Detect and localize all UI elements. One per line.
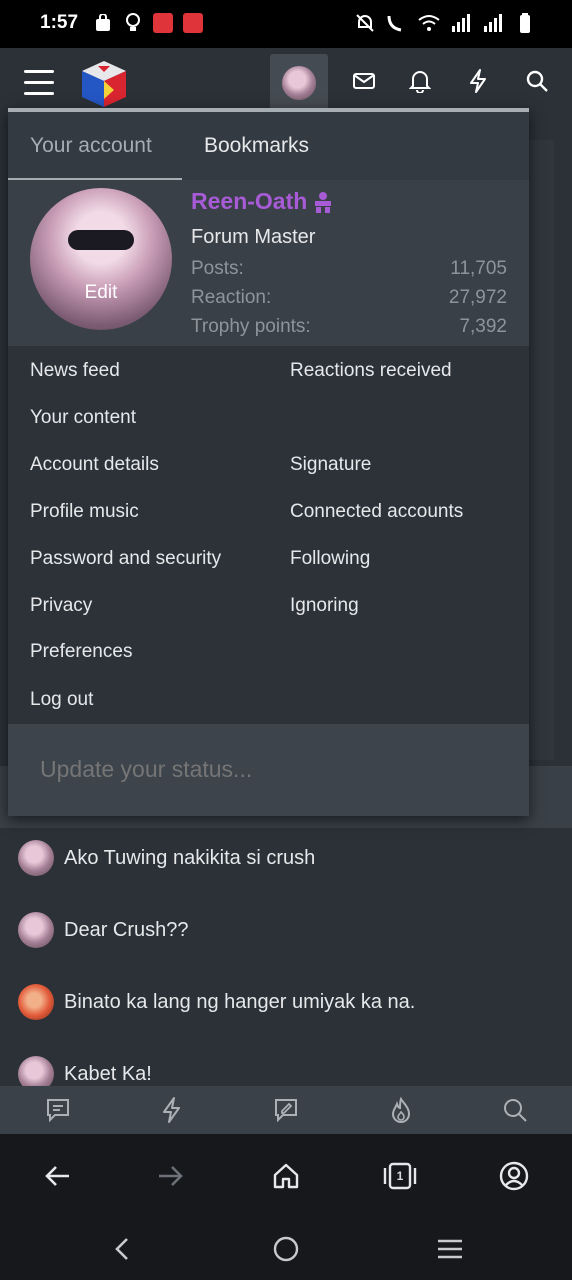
username-link[interactable]: Reen-Oath (191, 188, 333, 215)
alerts-button[interactable] (391, 54, 449, 112)
account-avatar-button[interactable] (270, 54, 328, 112)
shopping-bag-icon (92, 12, 114, 34)
system-back-icon[interactable] (104, 1232, 140, 1266)
inbox-button[interactable] (335, 54, 393, 112)
user-title: Forum Master (191, 226, 316, 248)
link-profile-music[interactable]: Profile music (30, 501, 139, 523)
bolt-icon (469, 68, 487, 98)
tabs-button[interactable]: 1 (382, 1158, 418, 1194)
avatar (282, 66, 316, 100)
wifi-call-icon (386, 12, 408, 34)
bell-icon (408, 69, 432, 98)
home-icon[interactable] (268, 1158, 304, 1194)
whats-new-button[interactable] (449, 54, 507, 112)
thread-title[interactable]: Dear Crush?? (64, 919, 189, 942)
avatar (18, 840, 54, 876)
stat-posts: Posts: 11,705 (191, 258, 507, 279)
status-input[interactable] (40, 756, 500, 783)
avatar-edit-button[interactable]: Edit (30, 188, 172, 330)
forum-bottom-nav (0, 1086, 572, 1134)
account-menu: Your account Bookmarks Edit Reen-Oath Fo… (8, 108, 529, 816)
tab-your-account[interactable]: Your account (30, 134, 152, 158)
status-bar: 1:57 (0, 0, 572, 48)
stat-trophy-points: Trophy points: 7,392 (191, 316, 507, 337)
envelope-icon (352, 71, 376, 96)
system-home-icon[interactable] (268, 1232, 304, 1266)
back-arrow-icon[interactable] (39, 1158, 75, 1194)
page-content-edge (529, 140, 554, 760)
link-log-out[interactable]: Log out (30, 689, 93, 711)
signal-icon (482, 12, 504, 34)
list-item[interactable]: Dear Crush?? (18, 912, 189, 948)
account-menu-tabs: Your account Bookmarks (8, 112, 529, 182)
wifi-icon (418, 12, 440, 34)
status-update-box (8, 724, 529, 816)
link-news-feed[interactable]: News feed (30, 360, 120, 382)
link-privacy[interactable]: Privacy (30, 595, 92, 617)
lightbulb-icon (122, 12, 144, 34)
post-thread-icon[interactable] (272, 1096, 300, 1124)
menu-icon[interactable] (24, 70, 54, 96)
profile-icon[interactable] (496, 1158, 532, 1194)
link-ignoring[interactable]: Ignoring (290, 595, 359, 617)
link-following[interactable]: Following (290, 548, 370, 570)
link-reactions-received[interactable]: Reactions received (290, 360, 452, 382)
app-notification-icon (182, 12, 204, 34)
search-icon[interactable] (501, 1096, 529, 1124)
avatar (18, 984, 54, 1020)
link-account-details[interactable]: Account details (30, 454, 159, 476)
system-recents-icon[interactable] (432, 1232, 468, 1266)
user-badge-icon (313, 191, 333, 213)
link-connected-accounts[interactable]: Connected accounts (290, 501, 463, 523)
account-links: News feed Reactions received Your conten… (8, 346, 529, 724)
profile-summary: Edit Reen-Oath Forum Master Posts: 11,70… (8, 180, 529, 346)
thread-title[interactable]: Ako Tuwing nakikita si crush (64, 847, 315, 870)
list-item[interactable]: Binato ka lang ng hanger umiyak ka na. (18, 984, 415, 1020)
link-signature[interactable]: Signature (290, 454, 371, 476)
site-logo[interactable] (78, 58, 130, 110)
thread-title[interactable]: Kabet Ka! (64, 1063, 152, 1086)
thread-title[interactable]: Binato ka lang ng hanger umiyak ka na. (64, 991, 415, 1014)
signal-icon (450, 12, 472, 34)
mute-icon (354, 12, 376, 34)
avatar (18, 912, 54, 948)
stat-reaction: Reaction: 27,972 (191, 287, 507, 308)
link-your-content[interactable]: Your content (30, 407, 136, 429)
system-navigation-bar (0, 1218, 572, 1280)
bolt-icon[interactable] (158, 1096, 186, 1124)
clock: 1:57 (40, 12, 79, 33)
fire-icon[interactable] (387, 1096, 415, 1124)
list-item[interactable]: Ako Tuwing nakikita si crush (18, 840, 315, 876)
search-icon (525, 69, 549, 98)
search-button[interactable] (508, 54, 566, 112)
browser-toolbar: 1 (0, 1134, 572, 1218)
app-notification-icon (152, 12, 174, 34)
battery-icon (514, 12, 536, 34)
avatar-edit-label: Edit (84, 282, 118, 303)
tab-bookmarks[interactable]: Bookmarks (204, 134, 309, 158)
link-preferences[interactable]: Preferences (30, 641, 132, 663)
forward-arrow-icon[interactable] (153, 1158, 189, 1194)
link-password-security[interactable]: Password and security (30, 548, 221, 570)
forums-icon[interactable] (44, 1096, 72, 1124)
tab-count: 1 (396, 1169, 404, 1183)
